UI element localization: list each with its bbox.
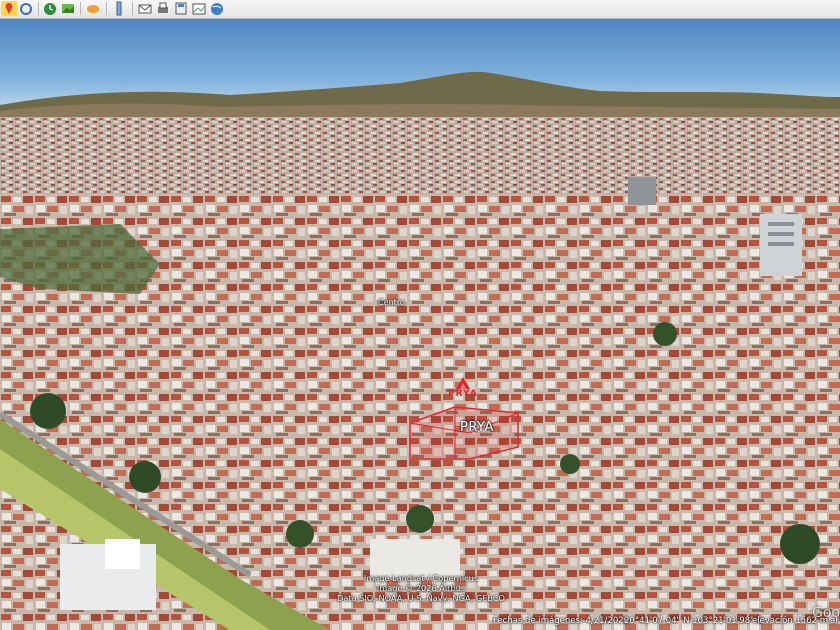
placemark-icon[interactable] — [1, 1, 17, 16]
clock-icon[interactable] — [42, 1, 58, 16]
toolbar-divider — [38, 2, 39, 15]
maps-icon[interactable] — [191, 1, 207, 16]
attribution-line: Data SIO, NOAA, U.S. Navy, NGA, GEBCO — [337, 593, 505, 603]
globe-icon[interactable] — [209, 1, 225, 16]
map-view[interactable]: Centro PRYA PRYA Image Landsat / Coperni… — [0, 19, 840, 630]
sun-icon[interactable] — [60, 1, 76, 16]
save-image-icon[interactable] — [173, 1, 189, 16]
city-aerial — [0, 71, 840, 630]
email-icon[interactable] — [137, 1, 153, 16]
imagery-date: Fechas de imágenes: 4/21/2026 — [493, 616, 630, 626]
toolbar-divider — [106, 2, 107, 15]
path-icon[interactable] — [18, 1, 34, 16]
ruler-icon[interactable] — [111, 1, 127, 16]
attribution-line: Image © 2026 Airbus — [376, 583, 466, 593]
prya-logo-text: PRYA — [448, 389, 478, 399]
print-icon[interactable] — [155, 1, 171, 16]
placemark-label-prya[interactable]: PRYA — [460, 420, 494, 435]
prya-logo-marker[interactable]: PRYA — [446, 375, 482, 401]
coordinates: 20°41'07.04" N 103°21'01.98" O — [624, 616, 764, 626]
toolbar-divider — [80, 2, 81, 15]
status-bar: Fechas de imágenes: 4/21/2026 20°41'07.0… — [0, 612, 840, 630]
eye-altitude: al — [830, 616, 838, 626]
toolbar — [0, 0, 840, 19]
elevation: elevación 1562 m — [752, 616, 828, 626]
toolbar-divider — [132, 2, 133, 15]
attribution-line: Image Landsat / Copernicus — [363, 573, 479, 583]
place-label-centro[interactable]: Centro — [378, 298, 405, 307]
planet-icon[interactable] — [85, 1, 101, 16]
imagery-attribution: Image Landsat / Copernicus Image © 2026 … — [336, 573, 506, 603]
